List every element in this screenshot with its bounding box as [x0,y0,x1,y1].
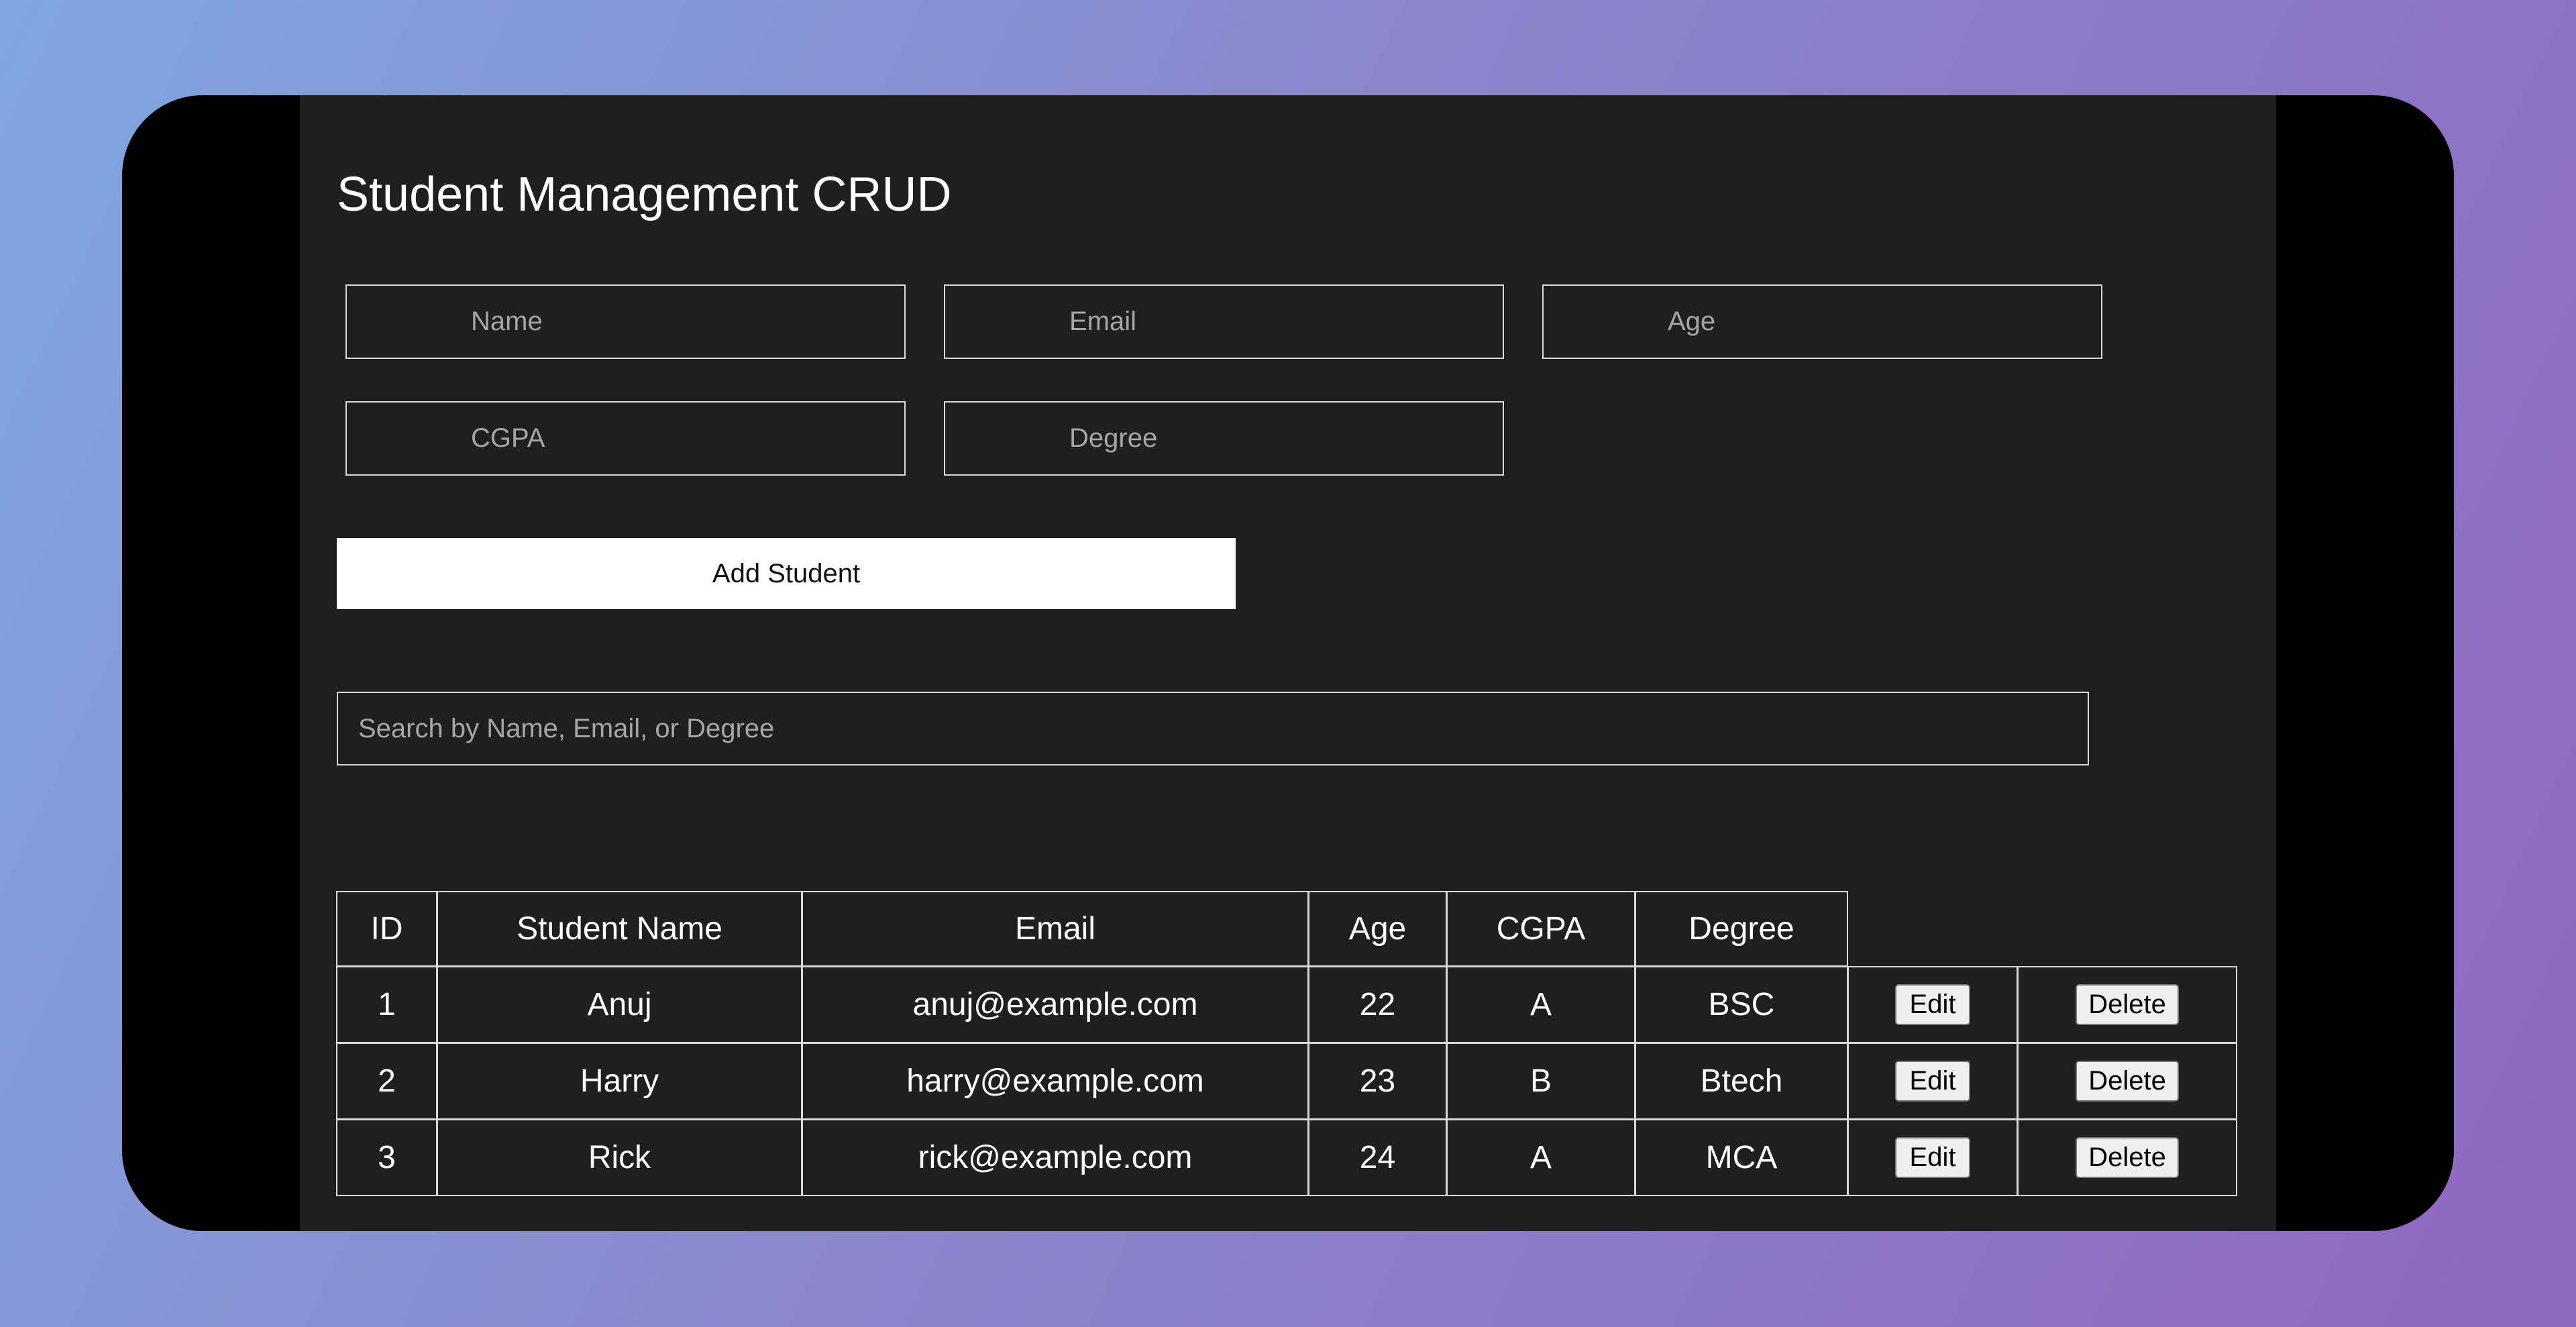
delete-button[interactable]: Delete [2076,984,2179,1025]
cell-email: rick@example.com [802,1119,1309,1196]
cell-id: 2 [336,1043,437,1120]
edit-button[interactable]: Edit [1895,1137,1970,1178]
cell-age: 23 [1308,1043,1447,1120]
email-input[interactable] [944,284,1504,359]
header-email: Email [802,891,1309,967]
edit-button[interactable]: Edit [1895,1061,1970,1102]
cell-cgpa: A [1446,1119,1635,1196]
header-degree: Degree [1635,891,1848,967]
name-input[interactable] [345,284,906,359]
device-frame: Student Management CRUD Add Student ID S… [122,95,2454,1231]
age-input[interactable] [1542,284,2102,359]
cell-email: harry@example.com [802,1043,1309,1120]
cell-age: 24 [1308,1119,1447,1196]
cell-degree: BSC [1635,966,1848,1043]
cell-cgpa: A [1446,966,1635,1043]
cell-edit-action: Edit [1847,1119,2018,1196]
search-input[interactable] [337,692,2089,765]
edit-button[interactable]: Edit [1895,984,1970,1025]
cell-email: anuj@example.com [802,966,1309,1043]
cell-student-name: Harry [437,1043,802,1120]
header-cgpa: CGPA [1446,891,1635,967]
cell-delete-action: Delete [2017,966,2237,1043]
add-student-button[interactable]: Add Student [337,538,1236,609]
page-title: Student Management CRUD [337,168,952,221]
cell-id: 3 [336,1119,437,1196]
cell-degree: MCA [1635,1119,1848,1196]
cell-edit-action: Edit [1847,966,2018,1043]
header-age: Age [1308,891,1447,967]
cell-age: 22 [1308,966,1447,1043]
cgpa-input[interactable] [345,401,906,476]
delete-button[interactable]: Delete [2076,1137,2179,1178]
cell-delete-action: Delete [2017,1119,2237,1196]
cell-student-name: Anuj [437,966,802,1043]
cell-id: 1 [336,966,437,1043]
header-id: ID [336,891,437,967]
cell-student-name: Rick [437,1119,802,1196]
delete-button[interactable]: Delete [2076,1061,2179,1102]
app-container: Student Management CRUD Add Student ID S… [300,95,2276,1231]
cell-cgpa: B [1446,1043,1635,1120]
cell-degree: Btech [1635,1043,1848,1120]
header-student-name: Student Name [437,891,802,967]
cell-delete-action: Delete [2017,1043,2237,1120]
cell-edit-action: Edit [1847,1043,2018,1120]
degree-input[interactable] [944,401,1504,476]
